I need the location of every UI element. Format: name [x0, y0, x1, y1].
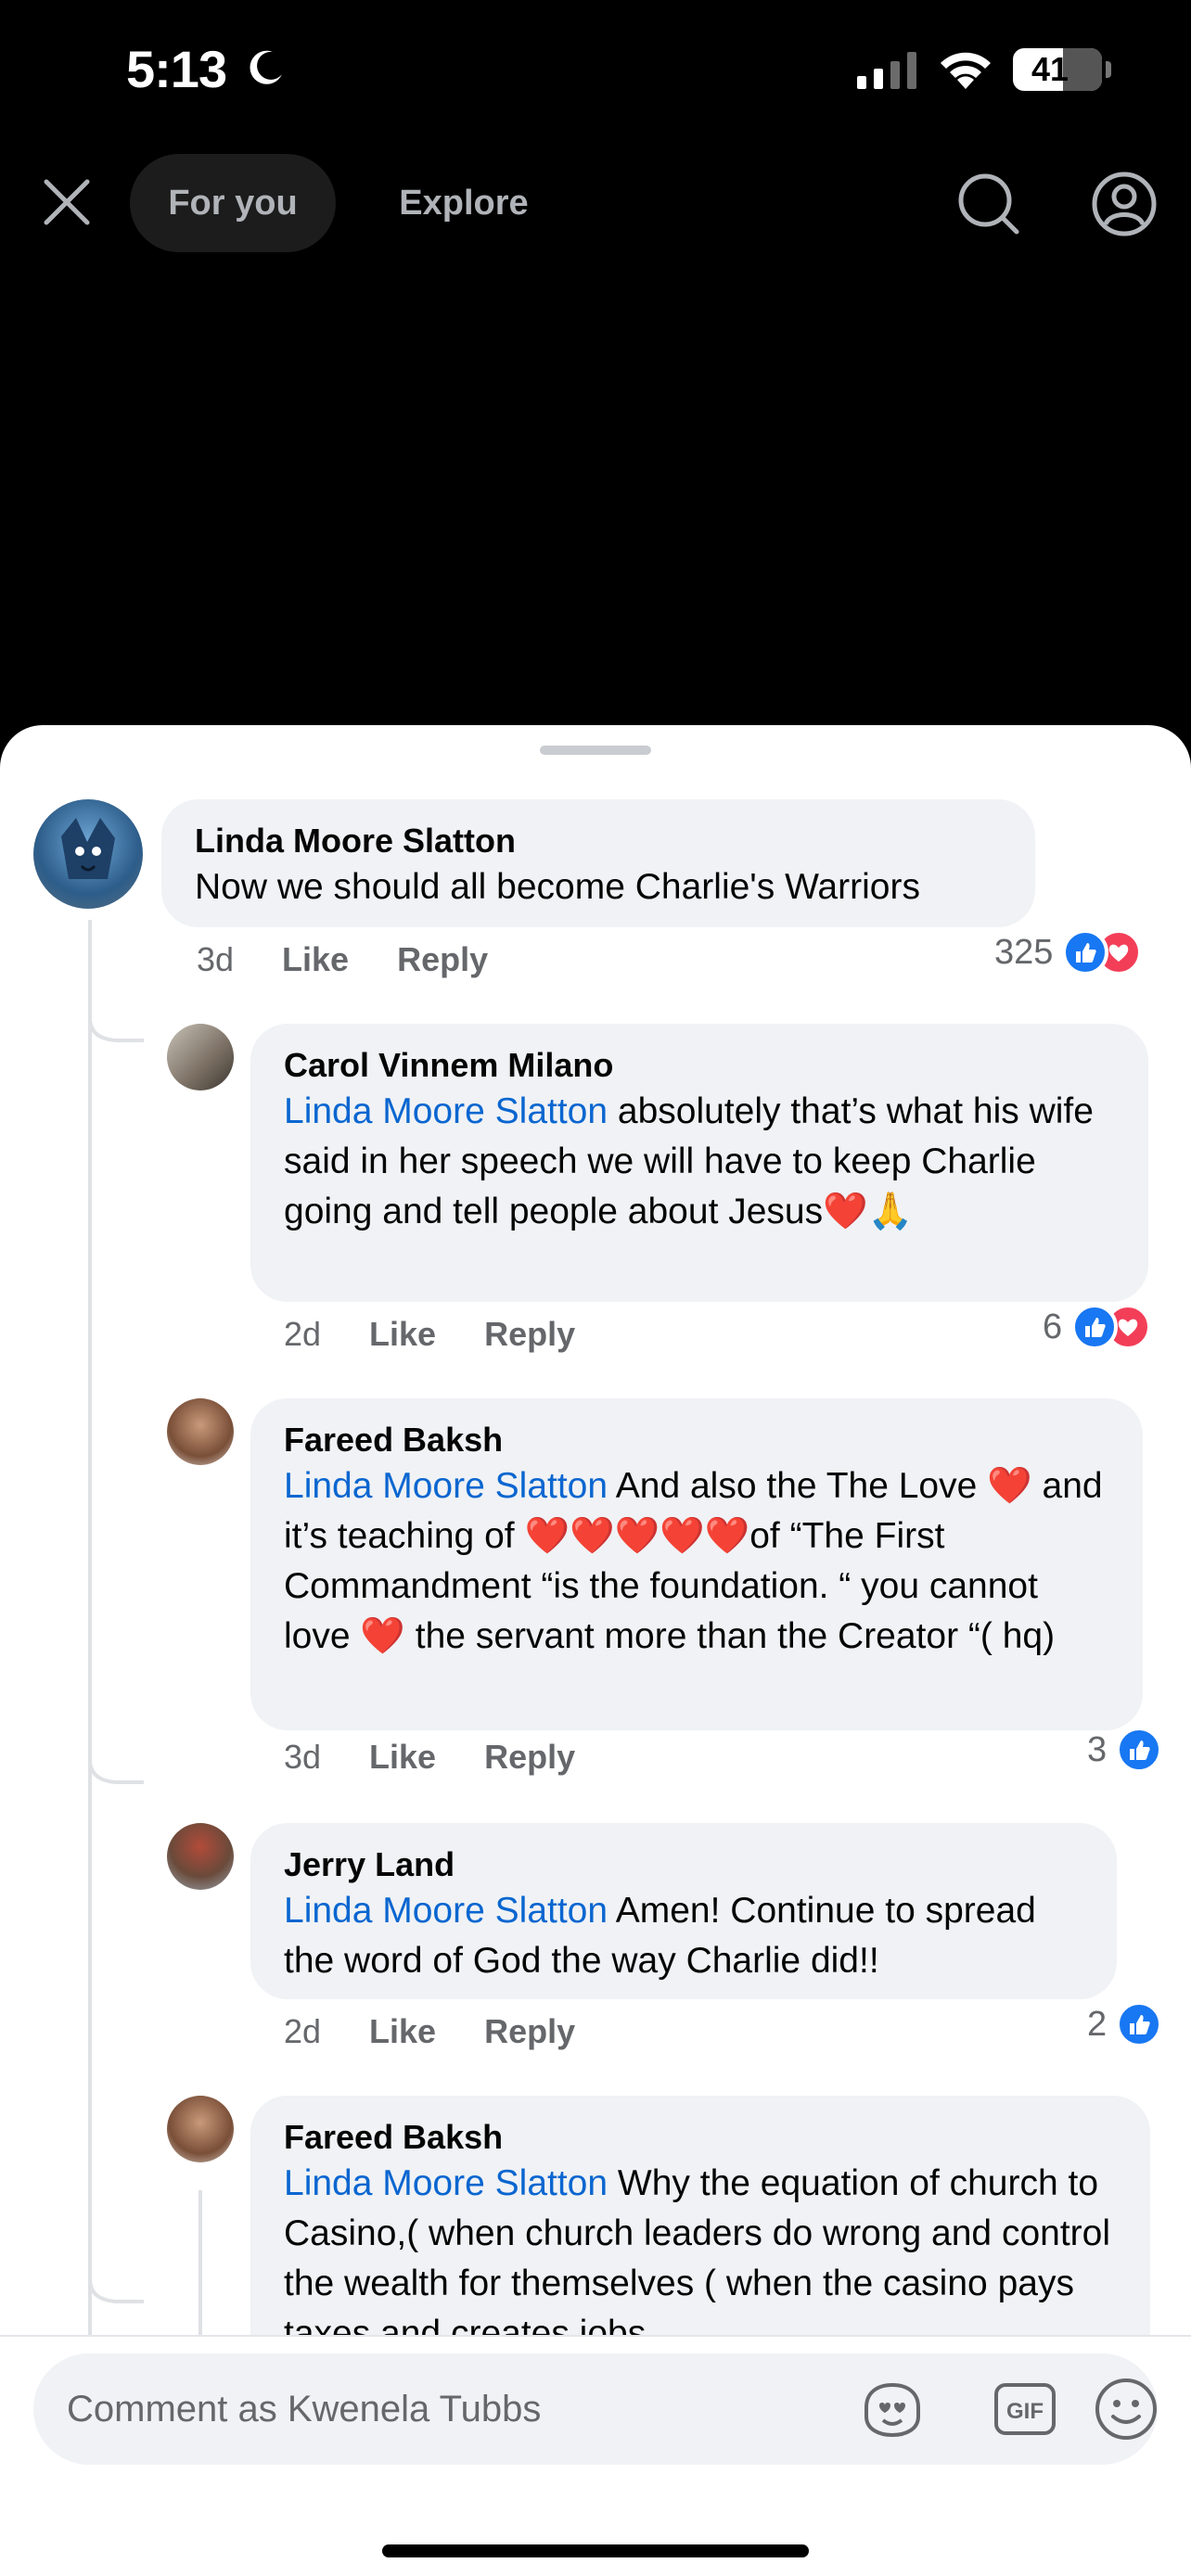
- close-icon[interactable]: [37, 172, 96, 232]
- comment-time: 2d: [284, 2012, 322, 2050]
- comment-placeholder: Comment as Kwenela Tubbs: [67, 2389, 542, 2429]
- thread-branch: [88, 1736, 144, 1784]
- top-nav: For you Explore: [0, 148, 1191, 260]
- emoji-icon[interactable]: [1093, 2376, 1159, 2442]
- comment-composer: Comment as Kwenela Tubbs GIF: [0, 2335, 1191, 2576]
- comment-text: Now we should all become Charlie's Warri…: [195, 867, 920, 907]
- comment-author[interactable]: Carol Vinnem Milano: [284, 1044, 1115, 1087]
- reply-button[interactable]: Reply: [397, 940, 488, 979]
- sheet-drag-handle[interactable]: [540, 746, 651, 755]
- comment-bubble[interactable]: Jerry Land Linda Moore Slatton Amen! Con…: [250, 1823, 1117, 1999]
- comment-author[interactable]: Fareed Baksh: [284, 2116, 1117, 2159]
- like-icon: [1116, 1727, 1163, 1773]
- reaction-summary[interactable]: 325: [994, 929, 1143, 976]
- thread-branch: [88, 994, 144, 1042]
- like-button[interactable]: Like: [282, 940, 349, 979]
- moon-icon: [250, 50, 282, 84]
- reaction-summary[interactable]: 3: [1087, 1727, 1163, 1773]
- like-button[interactable]: Like: [369, 1738, 436, 1777]
- avatar[interactable]: [167, 1823, 234, 1890]
- reply-button[interactable]: Reply: [484, 1738, 575, 1777]
- reaction-count: 6: [1043, 1307, 1063, 1346]
- reaction-summary[interactable]: 2: [1087, 2001, 1163, 2047]
- comment-time: 2d: [284, 1315, 322, 1353]
- comment-actions: 3d Like Reply: [284, 1738, 575, 1777]
- like-button[interactable]: Like: [369, 1315, 436, 1354]
- profile-icon[interactable]: [1091, 171, 1158, 237]
- gif-label: GIF: [1006, 2399, 1044, 2424]
- wifi-icon: [941, 52, 991, 89]
- reaction-count: 3: [1087, 1729, 1108, 1769]
- comment-author[interactable]: Linda Moore Slatton: [195, 820, 1002, 862]
- mention-link[interactable]: Linda Moore Slatton: [284, 1091, 608, 1131]
- comment-author[interactable]: Jerry Land: [284, 1843, 1083, 1886]
- avatar[interactable]: [167, 1024, 234, 1090]
- avatar-sticker-icon[interactable]: [859, 2379, 926, 2439]
- comment-actions: 2d Like Reply: [284, 2012, 575, 2051]
- gif-icon[interactable]: GIF: [992, 2379, 1057, 2439]
- reply-button[interactable]: Reply: [484, 2012, 575, 2051]
- status-time: 5:13: [126, 40, 227, 98]
- mention-link[interactable]: Linda Moore Slatton: [284, 2163, 608, 2203]
- comment-actions: 3d Like Reply: [197, 940, 488, 979]
- comment-bubble[interactable]: Carol Vinnem Milano Linda Moore Slatton …: [250, 1024, 1148, 1302]
- tab-for-you[interactable]: For you: [130, 154, 336, 252]
- comment-actions: 2d Like Reply: [284, 1315, 575, 1354]
- comment-bubble[interactable]: Linda Moore Slatton Now we should all be…: [161, 799, 1035, 927]
- comment-time: 3d: [197, 940, 235, 978]
- avatar[interactable]: [33, 799, 143, 909]
- mention-link[interactable]: Linda Moore Slatton: [284, 1891, 608, 1931]
- avatar[interactable]: [167, 2096, 234, 2162]
- reply-button[interactable]: Reply: [484, 1315, 575, 1354]
- comment-bubble[interactable]: Fareed Baksh Linda Moore Slatton And als…: [250, 1398, 1143, 1730]
- comment-time: 3d: [284, 1738, 322, 1776]
- status-bar: 5:13 41: [0, 0, 1191, 139]
- home-indicator: [382, 2544, 809, 2557]
- like-icon: [1071, 1304, 1119, 1350]
- search-icon[interactable]: [955, 171, 1022, 237]
- reaction-count: 325: [994, 932, 1054, 972]
- comments-sheet: Linda Moore Slatton Now we should all be…: [0, 725, 1191, 2576]
- thread-branch: [88, 2255, 144, 2303]
- avatar[interactable]: [167, 1398, 234, 1465]
- tab-explore[interactable]: Explore: [371, 154, 557, 252]
- like-button[interactable]: Like: [369, 2012, 436, 2051]
- reaction-summary[interactable]: 6: [1043, 1304, 1152, 1350]
- battery-level: 41: [1031, 50, 1069, 88]
- mention-link[interactable]: Linda Moore Slatton: [284, 1466, 608, 1506]
- comment-author[interactable]: Fareed Baksh: [284, 1419, 1109, 1461]
- comment-input[interactable]: Comment as Kwenela Tubbs GIF: [33, 2353, 1158, 2465]
- reaction-count: 2: [1087, 2004, 1108, 2044]
- cellular-signal-icon: [857, 52, 916, 89]
- like-icon: [1116, 2001, 1163, 2047]
